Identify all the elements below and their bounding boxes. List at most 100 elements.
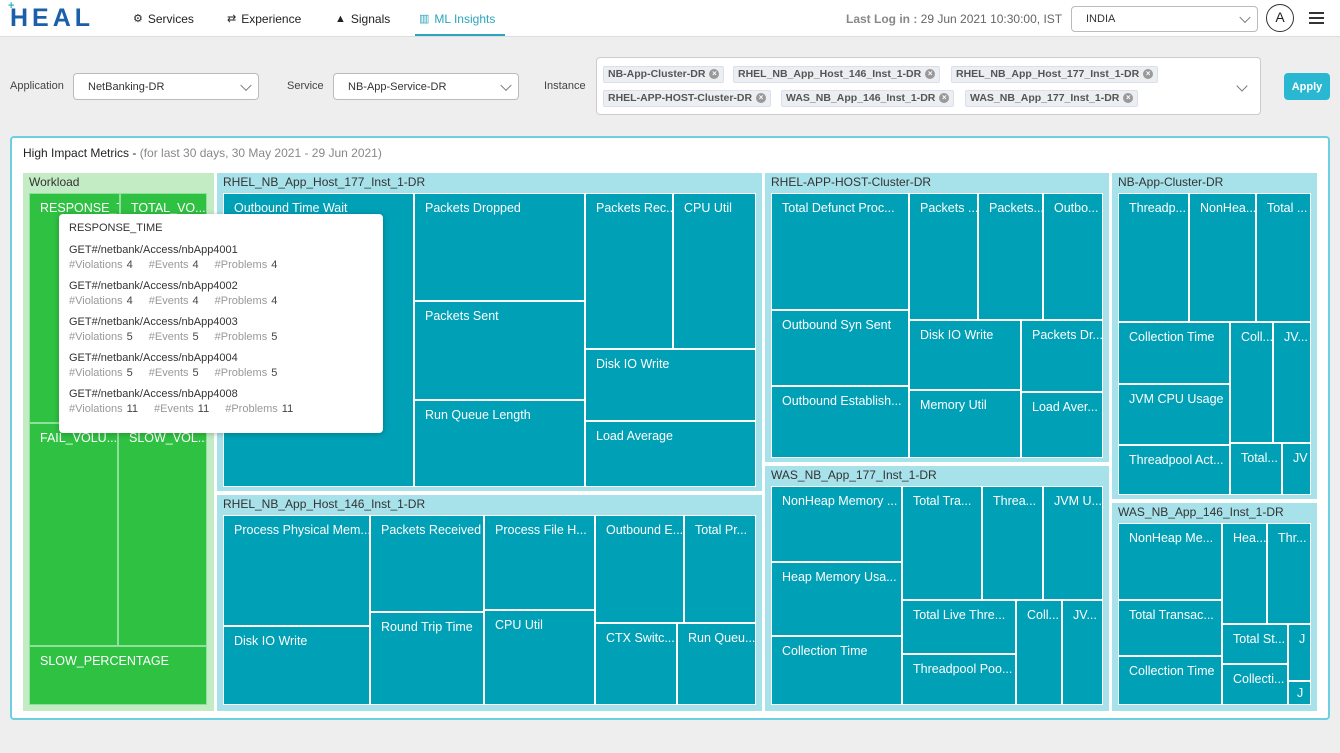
close-icon[interactable]: × — [1123, 93, 1134, 104]
treemap-tile[interactable]: Thr... — [1267, 523, 1311, 624]
close-icon[interactable]: × — [939, 93, 950, 104]
treemap-tile[interactable]: Threadp... — [1118, 193, 1189, 322]
treemap-tile[interactable]: JV... — [1062, 600, 1103, 705]
group-title: RHEL-APP-HOST-Cluster-DR — [771, 175, 932, 189]
treemap-tile[interactable]: Outbound E... — [595, 515, 684, 623]
tooltip: RESPONSE_TIME GET#/netbank/Access/nbApp4… — [59, 214, 383, 433]
treemap-tile[interactable]: Disk IO Write — [909, 320, 1021, 390]
treemap-tile[interactable]: Packets Sent — [414, 301, 585, 400]
treemap-tile[interactable]: Process Physical Mem... — [223, 515, 370, 626]
treemap-tile[interactable]: Heap Memory Usa... — [771, 562, 902, 636]
treemap-tile[interactable]: Packets Dropped — [414, 193, 585, 301]
chevron-down-icon[interactable] — [1236, 80, 1248, 92]
treemap-tile[interactable]: Total Defunct Proc... — [771, 193, 909, 310]
treemap-tile[interactable]: Packets Rec... — [585, 193, 673, 349]
treemap-tile[interactable]: Packets Dr... — [1021, 320, 1103, 392]
treemap-tile[interactable]: Process File H... — [484, 515, 595, 610]
treemap-tile[interactable]: JVM CPU Usage — [1118, 384, 1230, 445]
hamburger-menu-icon[interactable] — [1309, 12, 1324, 25]
instance-chip[interactable]: RHEL-APP-HOST-Cluster-DR × — [603, 90, 772, 107]
tooltip-stats: #Violations 11 #Events 11 #Problems 11 — [69, 403, 294, 415]
treemap-tile[interactable]: Hea... — [1222, 523, 1267, 624]
treemap-tile[interactable]: CPU Util — [673, 193, 756, 349]
treemap-tile[interactable]: NonHea... — [1189, 193, 1256, 322]
treemap-tile[interactable]: Load Average — [585, 421, 756, 487]
treemap-tile[interactable]: Coll... — [1016, 600, 1062, 705]
close-icon[interactable]: × — [1143, 69, 1154, 80]
treemap-tile[interactable]: Disk IO Write — [223, 626, 370, 705]
treemap-tile[interactable]: Total Tra... — [902, 486, 982, 600]
close-icon[interactable]: × — [756, 93, 767, 104]
application-select[interactable]: NetBanking-DR — [73, 73, 259, 100]
treemap-tile[interactable]: Disk IO Write — [585, 349, 756, 421]
service-select[interactable]: NB-App-Service-DR — [333, 73, 519, 100]
top-bar: + HEAL ⚙ Services ⇄ Experience ▲ Signals ▥ ML… — [0, 0, 1340, 37]
treemap-tile[interactable]: Total Transac... — [1118, 600, 1222, 656]
treemap-tile[interactable]: Threa... — [982, 486, 1043, 600]
shuffle-icon: ⇄ — [227, 13, 237, 25]
tooltip-title: RESPONSE_TIME — [69, 222, 163, 234]
treemap-tile[interactable]: JV... — [1273, 322, 1311, 443]
treemap-tile[interactable]: JV — [1282, 443, 1311, 495]
treemap-tile[interactable]: FAIL_VOLU... — [29, 423, 118, 646]
treemap-tile[interactable]: Collection Time — [1118, 656, 1222, 705]
treemap-tile[interactable]: JVM U... — [1043, 486, 1103, 600]
tooltip-stats: #Violations 5 #Events 5 #Problems 5 — [69, 367, 278, 379]
chevron-down-icon — [500, 79, 512, 91]
instance-chip[interactable]: RHEL_NB_App_Host_146_Inst_1-DR × — [733, 66, 941, 83]
instance-chip[interactable]: WAS_NB_App_146_Inst_1-DR × — [781, 90, 955, 107]
instance-chip[interactable]: NB-App-Cluster-DR × — [603, 66, 725, 83]
treemap-tile[interactable]: CPU Util — [484, 610, 595, 705]
region-select[interactable]: INDIA — [1071, 6, 1258, 32]
treemap-tile[interactable]: Total St... — [1222, 624, 1288, 664]
treemap-tile[interactable]: Run Queue Length — [414, 400, 585, 487]
treemap-tile[interactable]: SLOW_PERCENTAGE — [29, 646, 207, 705]
close-icon[interactable]: × — [925, 69, 936, 80]
treemap-tile[interactable]: Outbound Establish... — [771, 386, 909, 458]
instance-chip[interactable]: RHEL_NB_App_Host_177_Inst_1-DR × — [951, 66, 1159, 83]
treemap-tile[interactable]: Total Pr... — [684, 515, 756, 623]
treemap-tile[interactable]: CTX Switc... — [595, 623, 677, 705]
last-login: Last Log in : 29 Jun 2021 10:30:00, IST — [846, 12, 1063, 26]
treemap-tile[interactable]: Packets Received — [370, 515, 484, 612]
close-icon[interactable]: × — [709, 69, 720, 80]
active-tab-indicator — [415, 34, 505, 36]
avatar[interactable]: A — [1266, 4, 1294, 32]
nav-signals[interactable]: ▲ Signals — [335, 0, 390, 37]
instance-multiselect[interactable]: NB-App-Cluster-DR × RHEL_NB_App_Host_146_… — [596, 57, 1261, 115]
treemap-tile[interactable]: Threadpool Act... — [1118, 445, 1230, 495]
treemap-tile[interactable]: Outbound Syn Sent — [771, 310, 909, 386]
treemap-tile[interactable]: Total Live Thre... — [902, 600, 1016, 654]
nav-services[interactable]: ⚙ Services — [133, 0, 194, 37]
chevron-down-icon — [240, 79, 252, 91]
treemap-tile[interactable]: Total ... — [1256, 193, 1311, 322]
tooltip-stats: #Violations 4 #Events 4 #Problems 4 — [69, 259, 278, 271]
treemap-tile[interactable]: Threadpool Poo... — [902, 654, 1016, 705]
treemap-tile[interactable]: Collection Time — [1118, 322, 1230, 384]
treemap-tile[interactable]: SLOW_VOL... — [118, 423, 207, 646]
treemap-tile[interactable]: Collection Time — [771, 636, 902, 705]
treemap-tile[interactable]: Collecti... — [1222, 664, 1288, 705]
treemap-tile[interactable]: Load Aver... — [1021, 392, 1103, 458]
treemap-tile[interactable]: NonHeap Memory ... — [771, 486, 902, 562]
treemap-tile[interactable]: J — [1288, 681, 1311, 705]
nav-experience[interactable]: ⇄ Experience — [227, 0, 301, 37]
group-title: WAS_NB_App_146_Inst_1-DR — [1118, 505, 1284, 519]
nav-ml-insights[interactable]: ▥ ML Insights — [419, 0, 495, 37]
heal-logo[interactable]: + HEAL — [8, 0, 94, 33]
treemap-tile[interactable]: Round Trip Time — [370, 612, 484, 705]
instance-chip[interactable]: WAS_NB_App_177_Inst_1-DR × — [965, 90, 1139, 107]
apply-button[interactable]: Apply — [1284, 73, 1330, 100]
treemap-tile[interactable]: Memory Util — [909, 390, 1021, 458]
instance-label: Instance — [544, 80, 586, 92]
treemap-tile[interactable]: NonHeap Me... — [1118, 523, 1222, 600]
treemap-tile[interactable]: Packets ... — [909, 193, 978, 320]
treemap-tile[interactable]: Run Queu... — [677, 623, 756, 705]
treemap-tile[interactable]: Coll... — [1230, 322, 1273, 443]
treemap-tile[interactable]: Total... — [1230, 443, 1282, 495]
group-title: RHEL_NB_App_Host_177_Inst_1-DR — [223, 175, 426, 189]
treemap-tile[interactable]: Packets... — [978, 193, 1043, 320]
treemap-tile[interactable]: Outbo... — [1043, 193, 1103, 320]
treemap-tile[interactable]: J — [1288, 624, 1311, 681]
tooltip-path: GET#/netbank/Access/nbApp4002 — [69, 280, 238, 292]
